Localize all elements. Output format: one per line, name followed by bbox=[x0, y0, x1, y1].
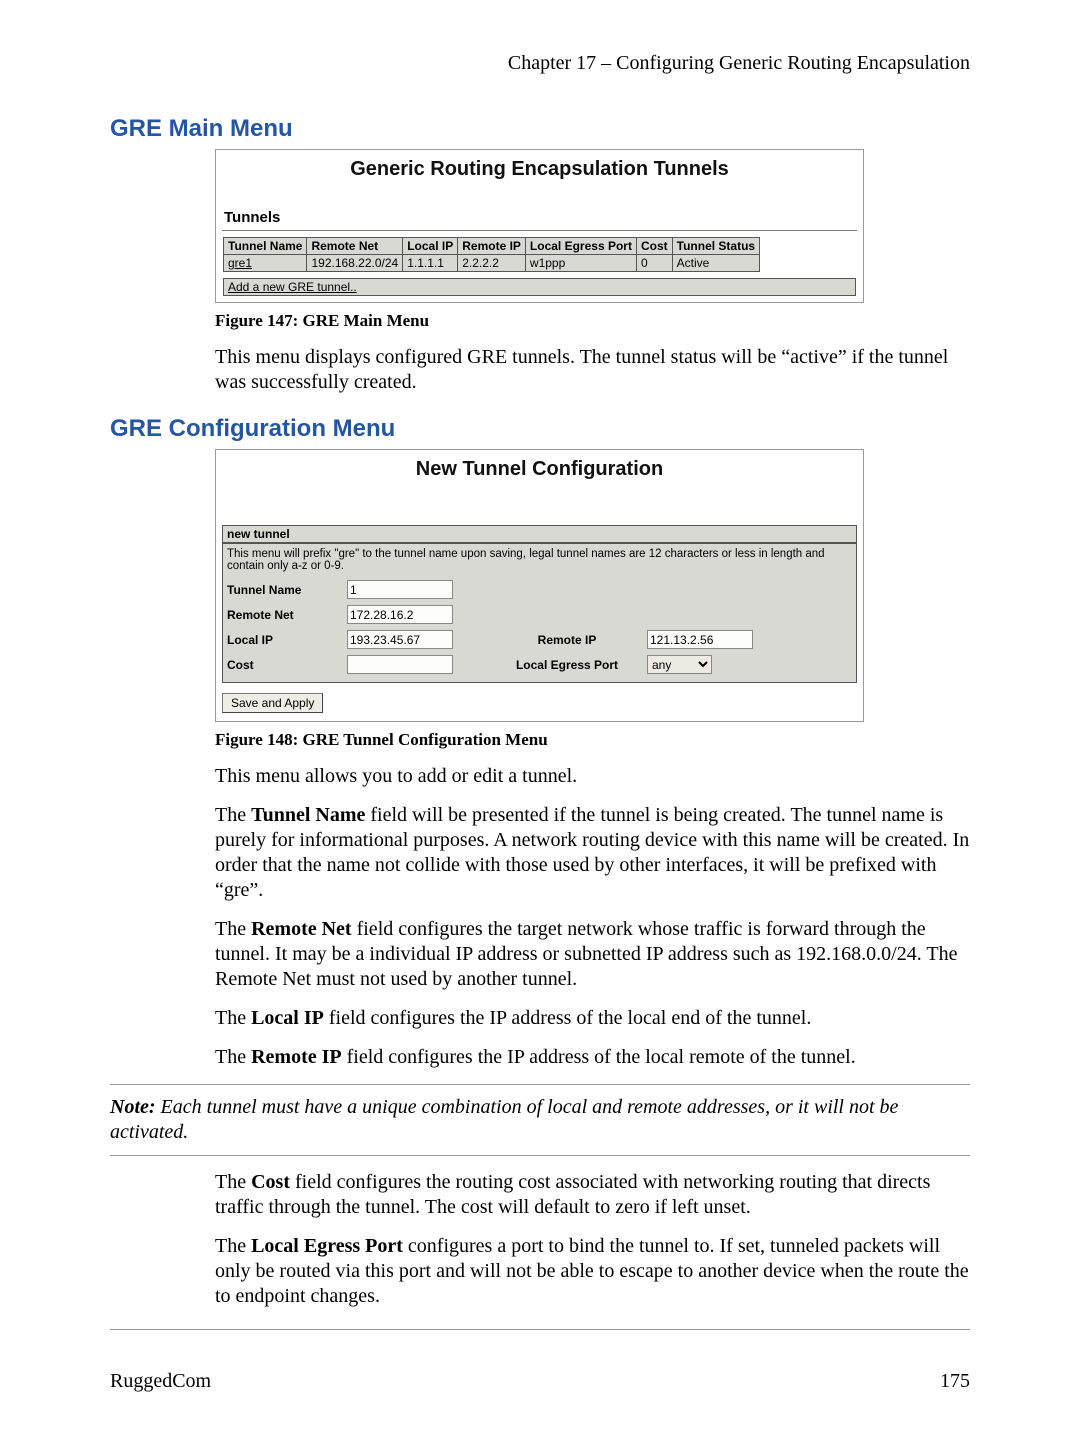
col-local-egress: Local Egress Port bbox=[525, 238, 636, 255]
paragraph-tunnel-name: The Tunnel Name field will be presented … bbox=[215, 803, 970, 903]
paragraph-local-ip: The Local IP field configures the IP add… bbox=[215, 1006, 970, 1031]
figure-caption-148: Figure 148: GRE Tunnel Configuration Men… bbox=[215, 730, 970, 750]
add-new-tunnel-link[interactable]: Add a new GRE tunnel.. bbox=[223, 278, 856, 296]
tunnels-table: Tunnel Name Remote Net Local IP Remote I… bbox=[223, 237, 760, 272]
cell-cost: 0 bbox=[636, 255, 672, 272]
save-and-apply-button[interactable]: Save and Apply bbox=[222, 693, 323, 713]
cell-remote-ip: 2.2.2.2 bbox=[458, 255, 526, 272]
figure-caption-147: Figure 147: GRE Main Menu bbox=[215, 311, 970, 331]
label-local-egress-port: Local Egress Port bbox=[487, 658, 647, 672]
col-local-ip: Local IP bbox=[403, 238, 458, 255]
section-title-gre-config-menu: GRE Configuration Menu bbox=[110, 415, 970, 443]
remote-net-field[interactable] bbox=[347, 605, 453, 624]
cost-field[interactable] bbox=[347, 655, 453, 674]
col-remote-net: Remote Net bbox=[307, 238, 403, 255]
remote-ip-field[interactable] bbox=[647, 630, 753, 649]
col-tunnel-status: Tunnel Status bbox=[672, 238, 759, 255]
figure-new-tunnel-config: New Tunnel Configuration new tunnel This… bbox=[215, 449, 864, 722]
label-remote-net: Remote Net bbox=[227, 608, 347, 622]
figure-gre-main-menu: Generic Routing Encapsulation Tunnels Tu… bbox=[215, 149, 864, 303]
tunnels-subhead: Tunnels bbox=[224, 209, 855, 226]
label-local-ip: Local IP bbox=[227, 633, 347, 647]
paragraph: This menu displays configured GRE tunnel… bbox=[215, 345, 970, 395]
footer-brand: RuggedCom bbox=[110, 1370, 211, 1393]
paragraph-cost: The Cost field configures the routing co… bbox=[215, 1170, 970, 1220]
col-remote-ip: Remote IP bbox=[458, 238, 526, 255]
panel-title: Generic Routing Encapsulation Tunnels bbox=[216, 150, 863, 205]
label-tunnel-name: Tunnel Name bbox=[227, 583, 347, 597]
paragraph: This menu allows you to add or edit a tu… bbox=[215, 764, 970, 789]
paragraph-local-egress: The Local Egress Port configures a port … bbox=[215, 1234, 970, 1309]
cell-remote-net: 192.168.22.0/24 bbox=[307, 255, 403, 272]
chapter-header: Chapter 17 – Configuring Generic Routing… bbox=[110, 52, 970, 75]
label-cost: Cost bbox=[227, 658, 347, 672]
note-block: Note: Each tunnel must have a unique com… bbox=[110, 1084, 970, 1156]
cell-egress: w1ppp bbox=[525, 255, 636, 272]
col-cost: Cost bbox=[636, 238, 672, 255]
label-remote-ip: Remote IP bbox=[487, 633, 647, 647]
cell-tunnel-name[interactable]: gre1 bbox=[224, 255, 307, 272]
section-title-gre-main-menu: GRE Main Menu bbox=[110, 115, 970, 143]
new-tunnel-row-title: new tunnel bbox=[222, 525, 857, 543]
tunnel-name-field[interactable] bbox=[347, 580, 453, 599]
table-row: gre1 192.168.22.0/24 1.1.1.1 2.2.2.2 w1p… bbox=[224, 255, 760, 272]
col-tunnel-name: Tunnel Name bbox=[224, 238, 307, 255]
cell-status: Active bbox=[672, 255, 759, 272]
local-egress-select[interactable]: any bbox=[647, 655, 712, 674]
panel-title: New Tunnel Configuration bbox=[216, 450, 863, 505]
cell-local-ip: 1.1.1.1 bbox=[403, 255, 458, 272]
paragraph-remote-ip: The Remote IP field configures the IP ad… bbox=[215, 1045, 970, 1070]
local-ip-field[interactable] bbox=[347, 630, 453, 649]
page-number: 175 bbox=[940, 1370, 970, 1393]
config-hint-text: This menu will prefix "gre" to the tunne… bbox=[227, 548, 852, 572]
paragraph-remote-net: The Remote Net field configures the targ… bbox=[215, 917, 970, 992]
